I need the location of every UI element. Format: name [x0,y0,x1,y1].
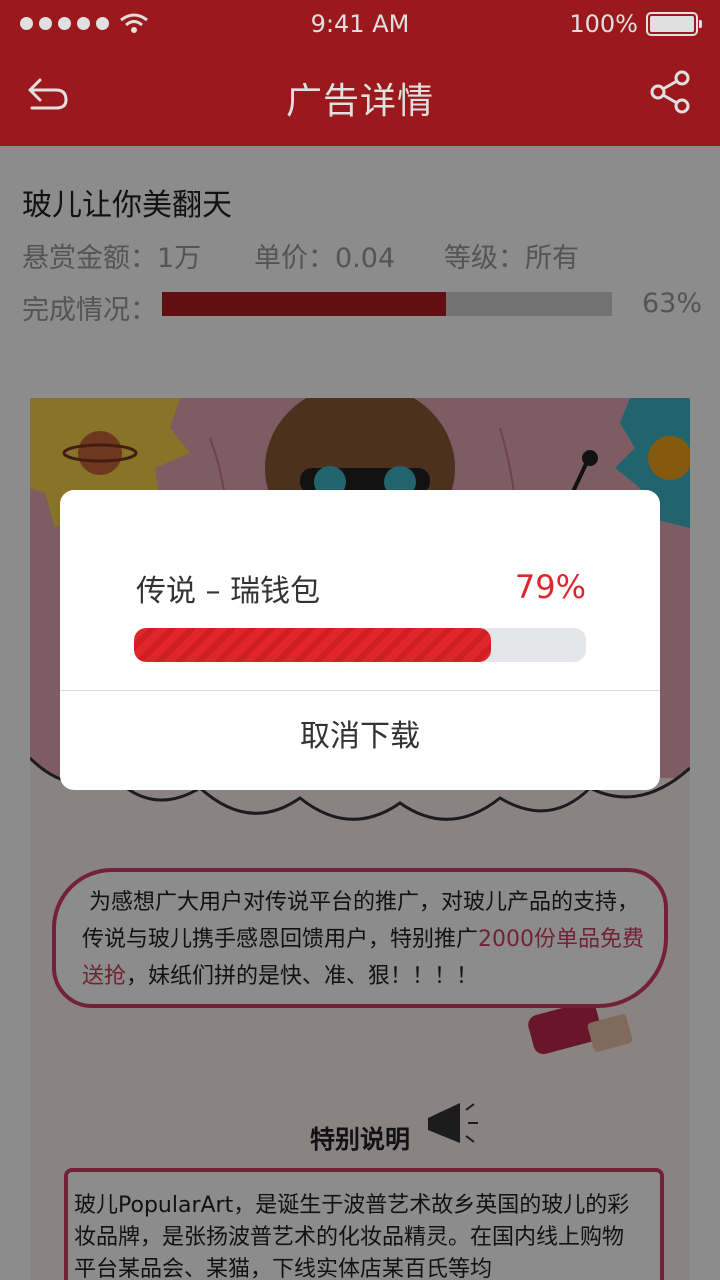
download-progress-bar [134,628,586,662]
download-app-name: 传说 – 瑞钱包 [136,574,321,609]
download-progress-fill [134,628,492,662]
download-percent: 79% [514,568,586,606]
download-dialog: 传说 – 瑞钱包 79% 取消下载 [60,490,660,790]
header-dim-overlay [0,0,720,146]
cancel-download-button[interactable]: 取消下载 [60,691,660,790]
